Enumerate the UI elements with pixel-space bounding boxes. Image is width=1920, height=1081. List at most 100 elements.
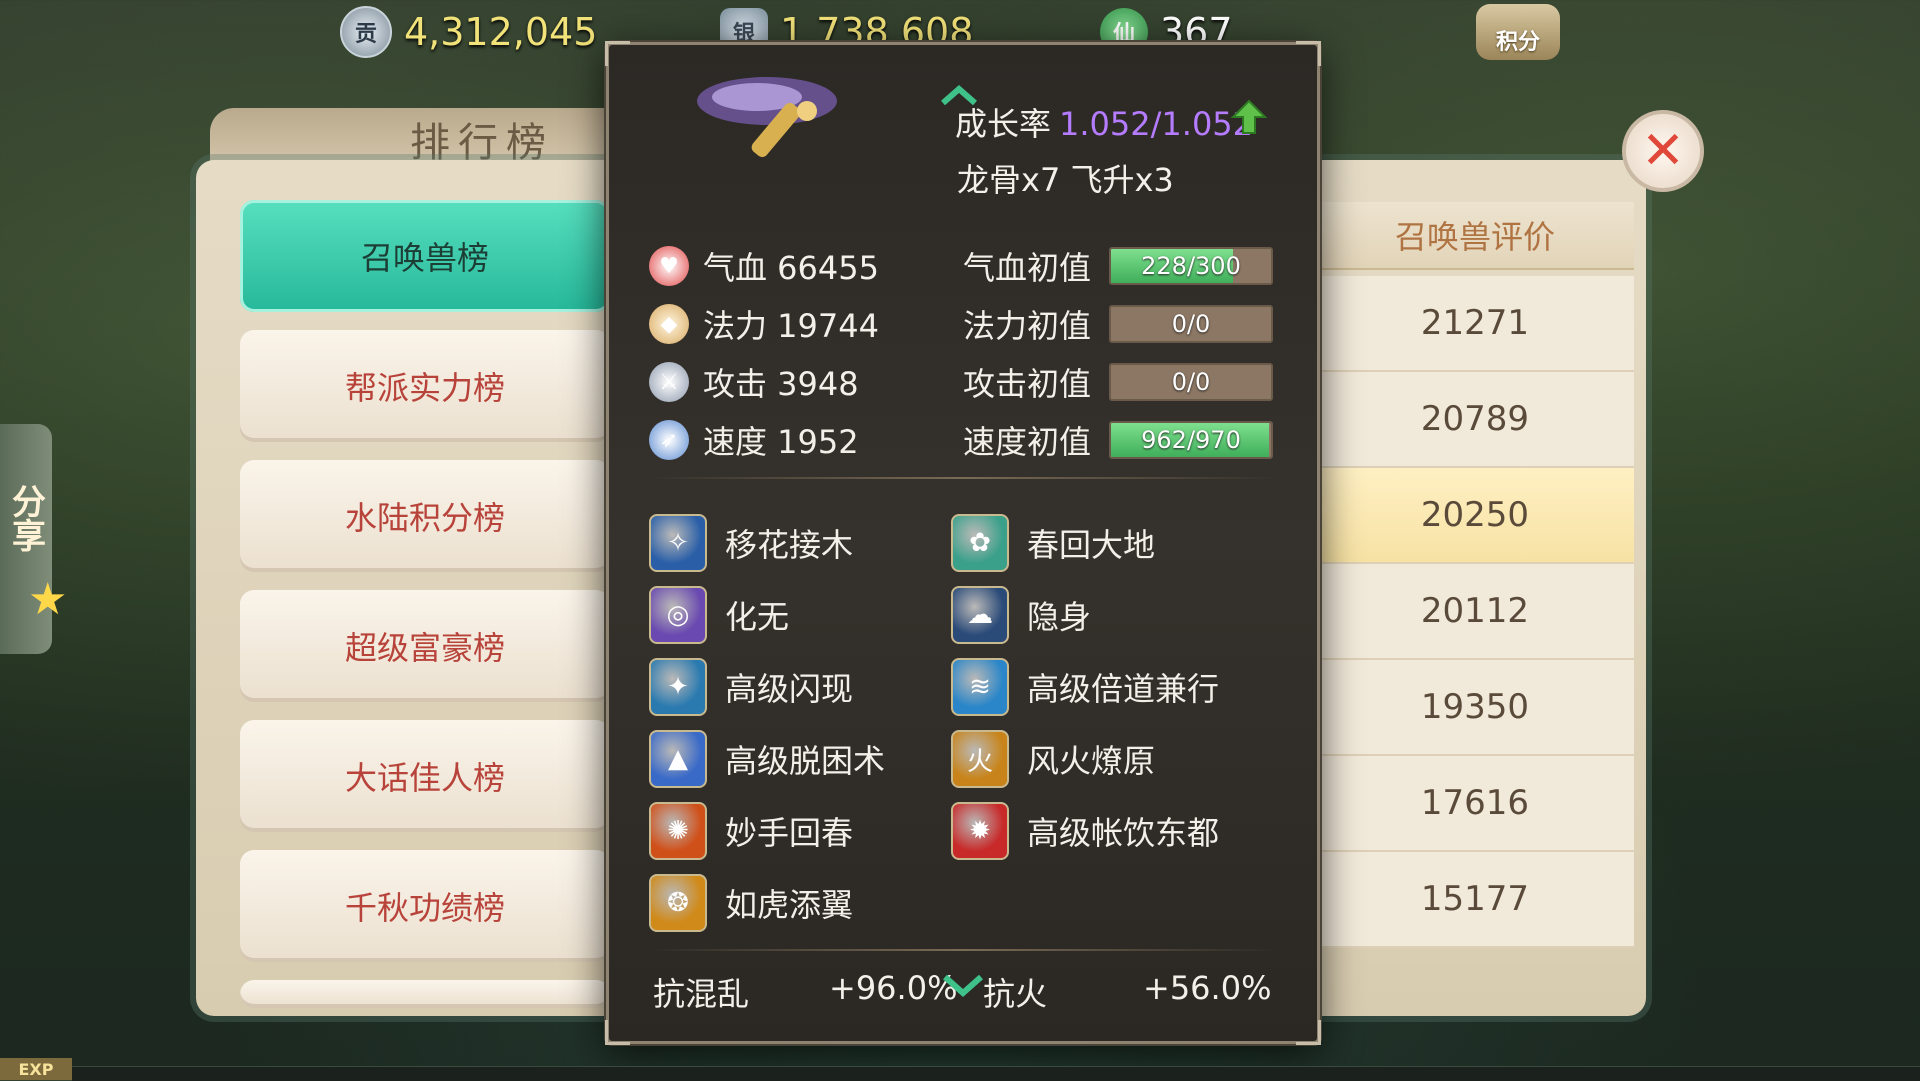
- ruhutianyi-skill-icon: ❂: [649, 874, 707, 932]
- frame-corner: [605, 41, 630, 66]
- speed-init-bar: 962/970: [1109, 421, 1273, 459]
- close-button[interactable]: ✕: [1622, 110, 1704, 192]
- frame-corner: [1296, 1020, 1321, 1045]
- mana-icon: ◆: [649, 304, 689, 344]
- skill-name: 化无: [725, 598, 790, 636]
- skill-item[interactable]: ≋ 高级倍道兼行: [951, 651, 1253, 723]
- huawu-skill-icon: ◎: [649, 586, 707, 644]
- tuokunshu-skill-icon: ▲: [649, 730, 707, 788]
- attack-init-bar: 0/0: [1109, 363, 1273, 401]
- resist-fire-label: 抗火: [983, 975, 1048, 1013]
- stat-row-hp: ♥ 气血 66455 气血初值 228/300: [649, 237, 1289, 295]
- skill-name: 春回大地: [1027, 526, 1156, 564]
- skill-name: 高级帐饮东都: [1027, 814, 1220, 852]
- skill-item[interactable]: ❂ 如虎添翼: [649, 867, 951, 939]
- miaoshouhuichun-skill-icon: ✺: [649, 802, 707, 860]
- shanxian-skill-icon: ✦: [649, 658, 707, 716]
- mp-init-label: 法力初值: [963, 307, 1092, 345]
- skill-name: 风火燎原: [1027, 742, 1156, 780]
- skill-item[interactable]: 火风火燎原: [951, 723, 1253, 795]
- tab-pet-ranking[interactable]: 召唤兽榜: [240, 200, 610, 312]
- share-tab[interactable]: 分享 ★: [0, 424, 67, 654]
- skill-item[interactable]: ▲ 高级脱困术: [649, 723, 951, 795]
- skill-item[interactable]: ✹ 高级帐饮东都: [951, 795, 1253, 867]
- sword-icon: ⚔: [649, 362, 689, 402]
- share-label: 分享: [5, 484, 46, 552]
- hp-init-bar: 228/300: [1109, 247, 1273, 285]
- down-arrow-icon[interactable]: [941, 973, 985, 999]
- pet-detail-popup: 成长率 1.052/1.052 龙骨x7 飞升x3 ♥ 气血 66455 气血初值…: [605, 41, 1321, 1045]
- tab-water-land-points[interactable]: 水陆积分榜: [240, 460, 610, 572]
- upgrade-arrow-icon[interactable]: [1229, 97, 1269, 137]
- speed-icon: ➶: [649, 420, 689, 460]
- yinshen-skill-icon: ☁: [951, 586, 1009, 644]
- hp-init-text: 228/300: [1141, 252, 1241, 280]
- skill-item[interactable]: ✿ 春回大地: [951, 507, 1253, 579]
- attack-value: 攻击 3948: [703, 365, 859, 403]
- tab-beauty[interactable]: 大话佳人榜: [240, 720, 610, 832]
- table-row[interactable]: 20789: [1316, 372, 1634, 468]
- attack-init-text: 0/0: [1171, 368, 1211, 396]
- mp-value: 法力 19744: [703, 307, 879, 345]
- scroll-icon: [697, 77, 837, 158]
- skill-item[interactable]: ✦ 高级闪现: [649, 651, 951, 723]
- table-row[interactable]: 19350: [1316, 660, 1634, 756]
- tab-guild-strength[interactable]: 帮派实力榜: [240, 330, 610, 442]
- stat-row-mp: ◆ 法力 19744 法力初值 0/0: [649, 295, 1289, 353]
- bones-ascension-text: 龙骨x7 飞升x3: [957, 161, 1174, 199]
- fenghuoliaoyuan-skill-icon: 火: [951, 730, 1009, 788]
- table-row[interactable]: 17616: [1316, 756, 1634, 852]
- attack-init-label: 攻击初值: [963, 365, 1092, 403]
- skill-item[interactable]: ◎ 化无: [649, 579, 951, 651]
- exp-bar: [72, 1066, 1920, 1081]
- heart-icon: ♥: [649, 246, 689, 286]
- growth-rate: 成长率 1.052/1.052: [955, 99, 1253, 145]
- skill-item[interactable]: ✧ 移花接木: [649, 507, 951, 579]
- skill-name: 高级闪现: [725, 670, 854, 708]
- resist-confusion-label: 抗混乱: [653, 975, 750, 1013]
- tab-next-partial[interactable]: [240, 980, 610, 1008]
- mp-init-bar: 0/0: [1109, 305, 1273, 343]
- table-row[interactable]: 20112: [1316, 564, 1634, 660]
- skill-item[interactable]: ☁ 隐身: [951, 579, 1253, 651]
- skill-name: 高级脱困术: [725, 742, 886, 780]
- frame-corner: [1296, 41, 1321, 66]
- skill-name: 隐身: [1027, 598, 1092, 636]
- hp-init-label: 气血初值: [963, 249, 1092, 287]
- skill-name: 妙手回春: [725, 814, 854, 852]
- pet-evaluation-list: 21271 20789 20250 20112 19350 17616 1517…: [1316, 276, 1634, 948]
- exp-label: EXP: [0, 1058, 72, 1080]
- star-icon: ★: [28, 574, 68, 625]
- table-row-selected[interactable]: 20250: [1316, 468, 1634, 564]
- speed-init-label: 速度初值: [963, 423, 1092, 461]
- beidaojianxing-skill-icon: ≋: [951, 658, 1009, 716]
- resist-confusion-value: +96.0%: [829, 969, 958, 1007]
- contribution-currency: 贡 4,312,045: [340, 6, 598, 58]
- skill-name: 高级倍道兼行: [1027, 670, 1220, 708]
- zhangyindongdu-skill-icon: ✹: [951, 802, 1009, 860]
- chunhuidadi-skill-icon: ✿: [951, 514, 1009, 572]
- ranking-tabs: 召唤兽榜 帮派实力榜 水陆积分榜 超级富豪榜 大话佳人榜 千秋功绩榜: [240, 200, 610, 1026]
- table-row[interactable]: 15177: [1316, 852, 1634, 948]
- close-icon: ✕: [1641, 121, 1685, 181]
- mp-init-text: 0/0: [1171, 310, 1211, 338]
- speed-value: 速度 1952: [703, 423, 859, 461]
- skill-name: 如虎添翼: [725, 886, 854, 924]
- tab-merit[interactable]: 千秋功绩榜: [240, 850, 610, 962]
- hp-value: 气血 66455: [703, 249, 879, 287]
- speed-init-text: 962/970: [1141, 426, 1241, 454]
- tab-super-rich[interactable]: 超级富豪榜: [240, 590, 610, 702]
- points-button[interactable]: 积分: [1476, 4, 1560, 60]
- frame-corner: [605, 1020, 630, 1045]
- divider: [649, 949, 1277, 951]
- stat-row-speed: ➶ 速度 1952 速度初值 962/970: [649, 411, 1289, 469]
- resist-fire-value: +56.0%: [1143, 969, 1272, 1007]
- contribution-coin-icon: 贡: [340, 6, 392, 58]
- table-row[interactable]: 21271: [1316, 276, 1634, 372]
- contribution-value: 4,312,045: [404, 10, 598, 54]
- growth-label: 成长率: [955, 105, 1052, 143]
- skill-item[interactable]: ✺ 妙手回春: [649, 795, 951, 867]
- growth-value: 1.052/1.052: [1059, 105, 1254, 143]
- pet-evaluation-header: 召唤兽评价: [1316, 202, 1634, 270]
- stat-row-attack: ⚔ 攻击 3948 攻击初值 0/0: [649, 353, 1289, 411]
